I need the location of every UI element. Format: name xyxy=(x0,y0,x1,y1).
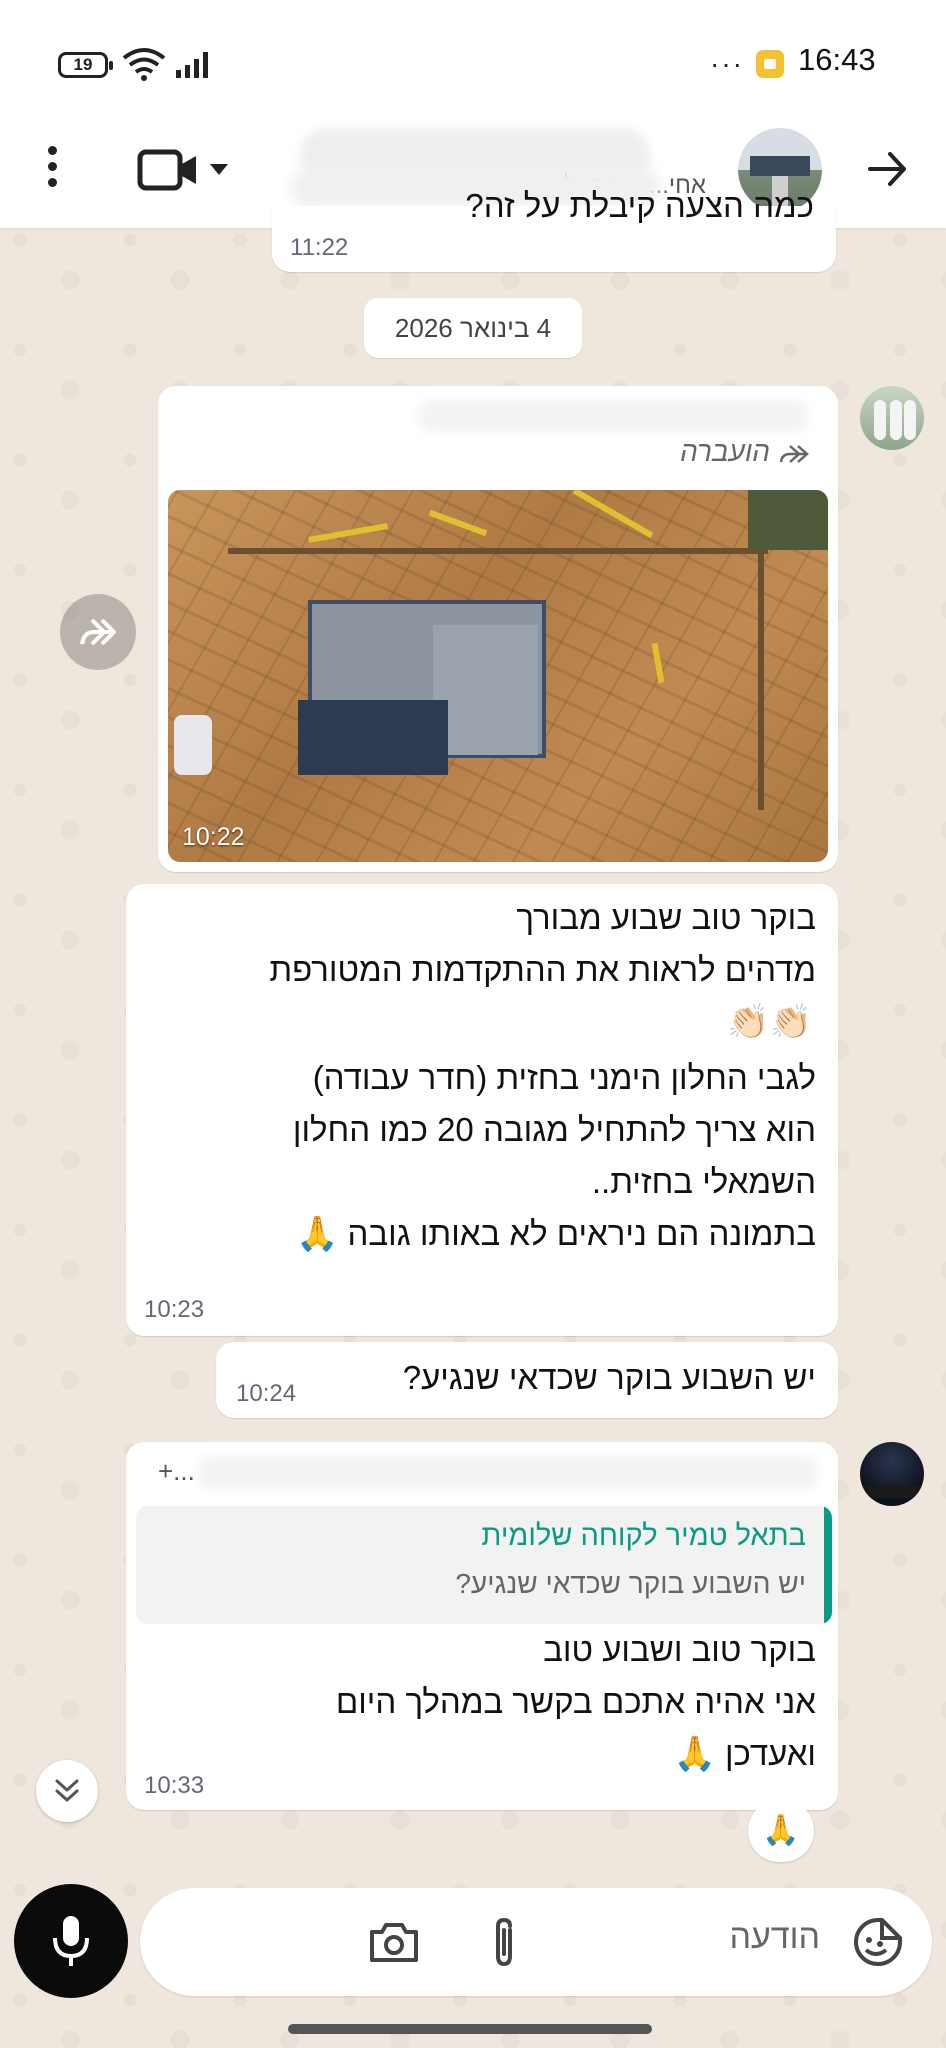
message-bubble-text[interactable]: בוקר טוב שבוע מבורך מדהים לראות את ההתקד… xyxy=(126,884,838,1336)
arrow-right-icon[interactable] xyxy=(862,144,912,194)
double-chevron-down-icon xyxy=(55,1779,79,1802)
construction-photo[interactable]: 10:22 xyxy=(168,490,828,862)
reaction-badge[interactable]: 🙏 xyxy=(748,1800,814,1862)
home-indicator[interactable] xyxy=(288,2024,652,2034)
message-last-line: ואעדכן 🙏 xyxy=(673,1730,816,1778)
message-bubble-image[interactable]: הועברה 10:22 xyxy=(158,386,838,872)
message-line: הוא צריך להתחיל מגובה 20 כמו החלון xyxy=(292,1111,816,1148)
forwarded-text: הועברה xyxy=(680,436,770,467)
message-bubble-reply[interactable]: +... בתאל טמיר לקוחה שלומית יש השבוע בוק… xyxy=(126,1442,838,1810)
message-input[interactable]: הודעה xyxy=(729,1918,820,1957)
message-composer[interactable]: הודעה xyxy=(140,1888,932,1996)
forward-icon xyxy=(80,618,116,646)
message-line: ואעדכן xyxy=(724,1735,816,1772)
status-time: 16:43 xyxy=(798,42,876,77)
message-text: יש השבוע בוקר שכדאי שנגיע? xyxy=(402,1359,816,1396)
message-time: 10:23 xyxy=(144,1296,205,1323)
forward-button[interactable] xyxy=(60,594,136,670)
sender-phone-partial: +... xyxy=(158,1456,195,1486)
date-chip: 4 בינואר 2026 xyxy=(364,298,582,358)
status-bar: 19 ··· 16:43 xyxy=(0,0,946,120)
sender-avatar[interactable] xyxy=(860,1442,924,1506)
sticker-icon[interactable] xyxy=(852,1916,904,1968)
video-camera-icon[interactable] xyxy=(136,144,232,196)
notification-app-icon xyxy=(756,50,784,78)
message-line: אני אהיה אתכם בקשר במהלך היום xyxy=(335,1683,816,1720)
forward-arrow-icon xyxy=(779,444,809,463)
sender-avatar[interactable] xyxy=(860,386,924,450)
message-bubble-question[interactable]: יש השבוע בוקר שכדאי שנגיע? 10:24 xyxy=(216,1342,838,1418)
wifi-icon xyxy=(122,48,166,81)
battery-icon: 19 xyxy=(58,52,113,78)
message-line: השמאלי בחזית.. xyxy=(591,1163,816,1200)
pray-emoji: 🙏 xyxy=(673,1734,716,1774)
clap-emoji: 👏🏻👏🏻 xyxy=(727,1002,812,1042)
sender-phone-redacted xyxy=(198,1456,818,1490)
camera-icon[interactable] xyxy=(368,1920,420,1964)
mic-icon xyxy=(53,1916,89,1966)
quoted-message[interactable]: בתאל טמיר לקוחה שלומית יש השבוע בוקר שכד… xyxy=(136,1506,832,1624)
message-line: בתמונה הם ניראים לא באותו גובה xyxy=(347,1215,816,1252)
message-line: מדהים לראות את ההתקדמות המטורפת xyxy=(269,951,816,988)
image-time: 10:22 xyxy=(182,823,245,851)
message-line: לגבי החלון הימני בחזית (חדר עבודה) xyxy=(312,1059,816,1096)
forwarded-label: הועברה xyxy=(680,436,810,468)
message-bubble-previous[interactable]: כמה הצעה קיבלת על זה? 11:22 xyxy=(272,187,836,272)
scroll-down-button[interactable] xyxy=(36,1760,98,1822)
message-text: כמה הצעה קיבלת על זה? xyxy=(465,187,814,224)
message-time: 10:33 xyxy=(144,1772,205,1799)
message-time: 11:22 xyxy=(290,234,349,261)
quoted-text: יש השבוע בוקר שכדאי שנגיע? xyxy=(455,1568,806,1599)
pray-emoji: 🙏 xyxy=(295,1214,339,1254)
mic-button[interactable] xyxy=(14,1884,128,1998)
more-status-icon: ··· xyxy=(710,48,744,79)
message-line: בוקר טוב שבוע מבורך xyxy=(516,899,816,936)
vertical-dots-icon[interactable] xyxy=(40,146,64,196)
quoted-sender: בתאל טמיר לקוחה שלומית xyxy=(481,1520,806,1552)
message-time: 10:24 xyxy=(236,1380,297,1407)
message-line: בוקר טוב ושבוע טוב xyxy=(543,1631,816,1668)
signal-icon xyxy=(176,52,208,78)
message-last-line: בתמונה הם ניראים לא באותו גובה 🙏 xyxy=(296,1210,816,1258)
attach-icon[interactable] xyxy=(486,1916,522,1970)
sender-name-redacted xyxy=(418,400,808,432)
